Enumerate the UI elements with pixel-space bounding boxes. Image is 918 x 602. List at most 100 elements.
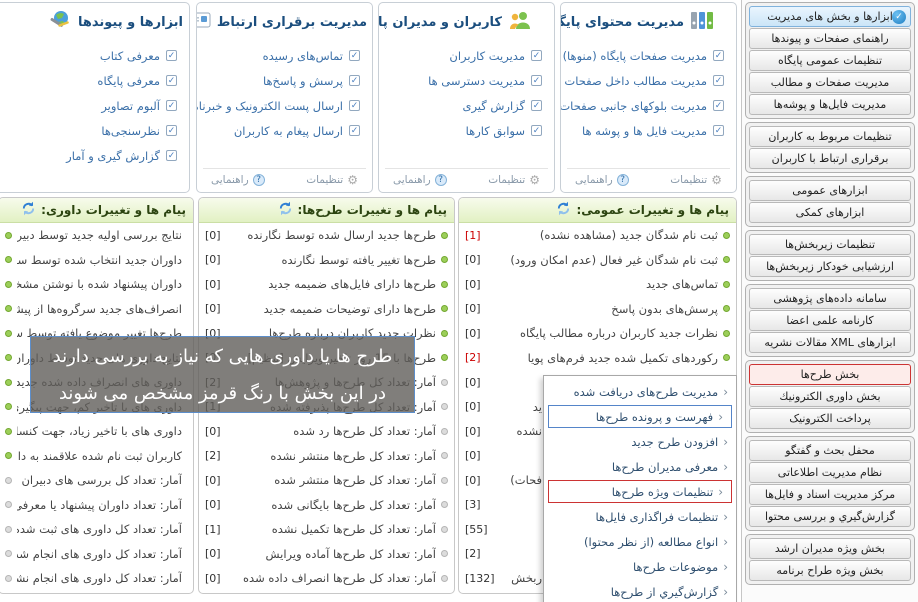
checkbox-icon[interactable]: ✓ — [166, 150, 177, 161]
sidebar-item[interactable]: ابزارهای عمومی — [749, 180, 911, 201]
panel-item[interactable]: ✓مدیریت مطالب داخل صفحات — [561, 68, 736, 93]
checkbox-icon[interactable]: ✓ — [349, 125, 360, 136]
panel-item[interactable]: ✓مدیریت کاربران — [379, 43, 554, 68]
sidebar-item[interactable]: تنظیمات زیربخش‌ها — [749, 234, 911, 255]
settings-link[interactable]: ⚙تنظیمات — [670, 173, 722, 187]
list-item-label[interactable]: آمار: تعداد کل داوری های انجام نشده — [17, 571, 182, 585]
panel-item[interactable]: ✓مدیریت دسترسی ها — [379, 68, 554, 93]
panel-item[interactable]: ✓گزارش گیری — [379, 93, 554, 118]
sidebar-item[interactable]: راهنمای صفحات و پیوندها — [749, 28, 911, 49]
list-item-label[interactable]: آمار: تعداد داوران پیشنهاد یا معرفی شده — [17, 498, 182, 512]
context-menu-item[interactable]: ‹انواع مطالعه (از نظر محتوا) — [544, 529, 736, 554]
checkbox-icon[interactable]: ✓ — [531, 75, 542, 86]
checkbox-icon[interactable]: ✓ — [166, 75, 177, 86]
list-item-label[interactable]: آمار: تعداد کل طرح‌ها منتشر نشده — [240, 449, 436, 463]
sidebar-item[interactable]: بخش ویژه طراح برنامه — [749, 560, 911, 581]
sidebar-item[interactable]: ابزارهای کمکی — [749, 202, 911, 223]
refresh-icon[interactable] — [278, 201, 293, 220]
list-item-label[interactable]: کاربران ثبت نام شده علاقمند به داوری — [17, 449, 182, 463]
list-item-label[interactable]: پرسش‌های بدون پاسخ — [500, 302, 718, 316]
checkbox-icon[interactable]: ✓ — [531, 50, 542, 61]
checkbox-icon[interactable]: ✓ — [349, 50, 360, 61]
panel-item[interactable]: ✓تماس‌های رسیده — [197, 43, 372, 68]
panel-item[interactable]: ✓معرفی کتاب — [0, 43, 189, 68]
list-item-label[interactable]: طرح‌ها تغییر یافته توسط نگارنده — [240, 253, 436, 267]
sidebar-item[interactable]: نظام مدیریت اطلاعاتی — [749, 462, 911, 483]
sidebar-item[interactable]: محفل بحث و گفتگو — [749, 440, 911, 461]
context-menu-item[interactable]: ‹معرفی مدیران طرح‌ها — [544, 454, 736, 479]
list-item-label[interactable]: آمار: تعداد کل طرح‌ها آماده ویرایش — [240, 547, 436, 561]
list-item-label[interactable]: نظرات جدید کاربران درباره مطالب پایگاه — [500, 326, 718, 340]
context-menu-item[interactable]: ‹گزارش‌گیري از طرح‌ها — [544, 579, 736, 602]
list-item-label[interactable]: آمار: تعداد کل داوری های ثبت شده — [17, 522, 182, 536]
settings-link[interactable]: ⚙تنظیمات — [306, 173, 358, 187]
sidebar-item[interactable]: برقراری ارتباط با کاربران — [749, 148, 911, 169]
list-item-label[interactable]: آمار: تعداد کل طرح‌ها تکمیل نشده — [240, 522, 436, 536]
panel-item[interactable]: ✓مدیریت صفحات پایگاه (منوها) — [561, 43, 736, 68]
panel-item[interactable]: ✓ارسال پست الکترونیک و خبرنامه — [197, 93, 372, 118]
panel-item[interactable]: ✓معرفی پایگاه — [0, 68, 189, 93]
panel-item[interactable]: ✓گزارش گیری و آمار — [0, 143, 189, 168]
sidebar-item[interactable]: کارنامه علمی اعضا — [749, 310, 911, 331]
context-menu-item[interactable]: ‹تنظیمات ویژه طرح‌ها — [548, 480, 732, 503]
sidebar-item[interactable]: تنظیمات مربوط به کاربران — [749, 126, 911, 147]
checkbox-icon[interactable]: ✓ — [713, 125, 724, 136]
list-item-label[interactable]: انصراف‌های جدید سرگروه‌ها از پیشنهاد — [17, 302, 182, 316]
checkbox-icon[interactable]: ✓ — [713, 100, 724, 111]
settings-link[interactable]: ⚙تنظیمات — [488, 173, 540, 187]
panel-item[interactable]: ✓مدیریت بلوکهای جانبی صفحات — [561, 93, 736, 118]
list-item-label[interactable]: رکوردهای تکمیل شده جدید فرم‌های پویا — [500, 351, 718, 365]
list-item-label[interactable]: داوری های با تاخیر زیاد، جهت کنسل کردن — [17, 424, 182, 438]
panel-item[interactable]: ✓آلبوم تصاویر — [0, 93, 189, 118]
list-item-label[interactable]: آمار: تعداد کل طرح‌ها منتشر شده — [240, 473, 436, 487]
list-item-label[interactable]: طرح‌ها جدید ارسال شده توسط نگارنده — [240, 228, 436, 242]
list-item-label[interactable]: آمار: تعداد کل طرح‌ها انصراف داده شده — [240, 571, 436, 585]
sidebar-item[interactable]: مدیریت صفحات و مطالب — [749, 72, 911, 93]
sidebar-item[interactable]: سامانه داده‌های پژوهشی — [749, 288, 911, 309]
panel-item[interactable]: ✓سوابق کارها — [379, 118, 554, 143]
checkbox-icon[interactable]: ✓ — [531, 125, 542, 136]
list-item-label[interactable]: ثبت نام شدگان غیر فعال (عدم امکان ورود) — [500, 253, 718, 267]
checkbox-icon[interactable]: ✓ — [166, 50, 177, 61]
list-item-label[interactable]: آمار: تعداد کل طرح‌ها بایگانی شده — [240, 498, 436, 512]
panel-item[interactable]: ✓مدیریت فایل ها و پوشه ها — [561, 118, 736, 143]
checkbox-icon[interactable]: ✓ — [349, 75, 360, 86]
sidebar-item[interactable]: پرداخت الکترونیک — [749, 408, 911, 429]
context-menu-item[interactable]: ‹افزودن طرح جدید — [544, 429, 736, 454]
list-item-label[interactable]: داوران پیشنهاد شده با نوشتن مشخصات — [17, 277, 182, 291]
checkbox-icon[interactable]: ✓ — [166, 125, 177, 136]
help-link[interactable]: ?راهنمایی — [211, 174, 265, 186]
panel-item[interactable]: ✓نظرسنجی‌ها — [0, 118, 189, 143]
panel-item[interactable]: ✓ارسال پیغام به کاربران — [197, 118, 372, 143]
sidebar-item[interactable]: بخش داوری الکترونیك — [749, 386, 911, 407]
list-item-label[interactable]: طرح‌ها دارای توضیحات ضمیمه جدید — [240, 302, 436, 316]
list-item-label[interactable]: داوران جدید انتخاب شده توسط سرگروه — [17, 253, 182, 267]
list-item-label[interactable]: آمار: تعداد کل بررسی های دبیران علمی — [17, 473, 182, 487]
checkbox-icon[interactable]: ✓ — [713, 75, 724, 86]
sidebar-item[interactable]: ابزارهای XML مقالات نشریه — [749, 332, 911, 353]
refresh-icon[interactable] — [21, 201, 36, 220]
checkbox-icon[interactable]: ✓ — [713, 50, 724, 61]
list-item-label[interactable]: نتایج بررسی اولیه جدید توسط دبیر علمی — [17, 228, 182, 242]
context-menu-item[interactable]: ‹فهرست و پرونده طرح‌ها — [548, 405, 732, 428]
help-link[interactable]: ?راهنمایی — [575, 174, 629, 186]
refresh-icon[interactable] — [556, 201, 571, 220]
sidebar-item[interactable]: ارزشیابی خودکار زیربخش‌ها — [749, 256, 911, 277]
sidebar-item[interactable]: ابزارها و بخش های مدیریت✓ — [749, 6, 911, 27]
list-item-label[interactable]: تماس‌های جدید — [500, 277, 718, 291]
checkbox-icon[interactable]: ✓ — [166, 100, 177, 111]
context-menu-item[interactable]: ‹تنظیمات فراگذاری فایل‌ها — [544, 504, 736, 529]
list-item-label[interactable]: ثبت نام شدگان جدید (مشاهده نشده) — [500, 228, 718, 242]
checkbox-icon[interactable]: ✓ — [349, 100, 360, 111]
list-item-label[interactable]: آمار: تعداد کل داوری های انجام شده — [17, 547, 182, 561]
list-item-label[interactable]: طرح‌ها دارای فایل‌های ضمیمه جدید — [240, 277, 436, 291]
list-item-label[interactable]: آمار: تعداد کل طرح‌ها رد شده — [240, 424, 436, 438]
sidebar-item[interactable]: بخش طرح‌ها — [749, 364, 911, 385]
sidebar-item[interactable]: گزارش‌گیري و بررسی محتوا — [749, 506, 911, 527]
context-menu-item[interactable]: ‹موضوعات طرح‌ها — [544, 554, 736, 579]
sidebar-item[interactable]: بخش ویژه مدیران ارشد — [749, 538, 911, 559]
sidebar-item[interactable]: مدیریت فایل‌ها و پوشه‌ها — [749, 94, 911, 115]
sidebar-item[interactable]: مرکز مدیریت اسناد و فایل‌ها — [749, 484, 911, 505]
help-link[interactable]: ?راهنمایی — [393, 174, 447, 186]
checkbox-icon[interactable]: ✓ — [531, 100, 542, 111]
